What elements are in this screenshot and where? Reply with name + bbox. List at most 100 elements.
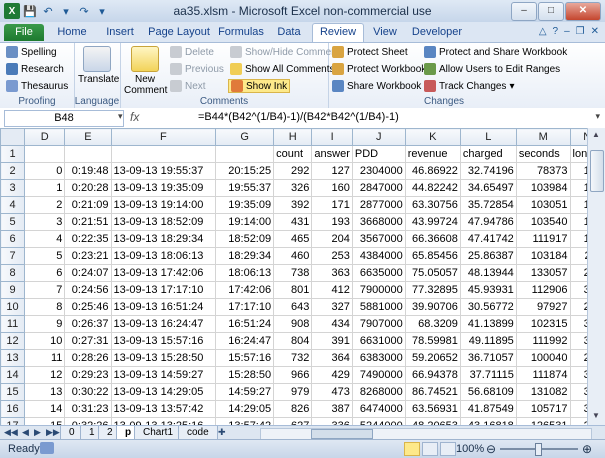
cell[interactable]: 801 [273, 281, 313, 299]
cell[interactable]: 4384000 [351, 247, 406, 265]
cell[interactable]: 253 [311, 247, 353, 265]
next-sheet-icon[interactable]: ▶ [34, 427, 41, 438]
cell[interactable]: 19:35:09 [215, 196, 275, 214]
cell[interactable]: 3567000 [351, 230, 406, 248]
cell[interactable]: 6 [24, 264, 66, 282]
zoom-out-icon[interactable]: ⊖ [486, 442, 496, 456]
cell[interactable]: 6635000 [351, 264, 406, 282]
cell[interactable]: 387 [311, 400, 353, 418]
column-header[interactable]: F [110, 128, 217, 146]
cell[interactable]: 126531 [515, 417, 571, 425]
cell[interactable]: 4 [24, 230, 66, 248]
cell[interactable]: 68.3209 [404, 315, 461, 333]
show-hide-comment-button[interactable]: Show/Hide Comment [230, 46, 339, 58]
tab-view[interactable]: View [368, 24, 402, 41]
cell[interactable]: revenue [404, 145, 461, 163]
cell[interactable]: 0:20:28 [64, 179, 112, 197]
page-layout-view-icon[interactable] [422, 442, 438, 456]
show-all-comments-button[interactable]: Show All Comments [230, 63, 334, 75]
cell[interactable]: 112906 [515, 281, 571, 299]
cell[interactable]: 336 [311, 417, 353, 425]
row-header[interactable]: 13 [0, 349, 26, 367]
cell[interactable]: 13-09-13 13:57:42 [110, 400, 217, 418]
normal-view-icon[interactable] [404, 442, 420, 456]
cell[interactable]: 204 [311, 230, 353, 248]
cell[interactable]: 65.85456 [404, 247, 461, 265]
zoom-slider-thumb[interactable] [535, 443, 542, 456]
cell[interactable]: 804 [273, 332, 313, 350]
cell[interactable]: 30.56772 [459, 298, 517, 316]
cell[interactable]: 460 [273, 247, 313, 265]
column-header[interactable]: L [459, 128, 517, 146]
allow-users-edit-ranges-button[interactable]: Allow Users to Edit Ranges [424, 63, 560, 75]
cell[interactable]: 979 [273, 383, 313, 401]
cell[interactable]: 9 [24, 315, 66, 333]
row-header[interactable]: 16 [0, 400, 26, 418]
cell[interactable]: 6474000 [351, 400, 406, 418]
row-header[interactable]: 12 [0, 332, 26, 350]
track-changes-button[interactable]: Track Changes ▾ [424, 80, 514, 92]
cell[interactable]: 59.20652 [404, 349, 461, 367]
cell[interactable]: 13-09-13 19:55:37 [110, 162, 217, 180]
row-header[interactable]: 1 [0, 145, 26, 163]
cell[interactable]: 13-09-13 14:29:05 [110, 383, 217, 401]
cell[interactable]: 86.74521 [404, 383, 461, 401]
cell[interactable]: 412 [311, 281, 353, 299]
cell[interactable]: 48.20653 [404, 417, 461, 425]
cell[interactable]: 63.56931 [404, 400, 461, 418]
cell[interactable]: 13-09-13 18:06:13 [110, 247, 217, 265]
help-icon[interactable]: ? [553, 26, 559, 37]
cell[interactable]: 392 [273, 196, 313, 214]
column-header[interactable]: I [311, 128, 353, 146]
cell[interactable]: 66.36608 [404, 230, 461, 248]
macro-record-icon[interactable] [40, 442, 54, 454]
cell[interactable]: 35.72854 [459, 196, 517, 214]
cell[interactable]: 97927 [515, 298, 571, 316]
cell[interactable]: 46.86922 [404, 162, 461, 180]
cell[interactable]: 292 [273, 162, 313, 180]
maximize-button[interactable]: □ [538, 2, 564, 21]
cell[interactable]: 103051 [515, 196, 571, 214]
cell[interactable]: 43.16818 [459, 417, 517, 425]
cell[interactable]: 37.71115 [459, 366, 517, 384]
cell[interactable]: 431 [273, 213, 313, 231]
row-header[interactable]: 2 [0, 162, 26, 180]
cell[interactable]: 13-09-13 17:42:06 [110, 264, 217, 282]
tab-formulas[interactable]: Formulas [216, 24, 266, 41]
cell[interactable]: 429 [311, 366, 353, 384]
cell[interactable]: 47.94786 [459, 213, 517, 231]
tab-home[interactable]: Home [52, 24, 92, 41]
cell[interactable]: 13-09-13 18:52:09 [110, 213, 217, 231]
cell[interactable]: 63.30756 [404, 196, 461, 214]
cell[interactable]: 2 [24, 196, 66, 214]
cell[interactable]: 0:21:51 [64, 213, 112, 231]
cell[interactable]: 13-09-13 13:25:16 [110, 417, 217, 425]
cell[interactable]: 18:29:34 [215, 247, 275, 265]
cell[interactable]: 39.90706 [404, 298, 461, 316]
protect-workbook-button[interactable]: Protect Workbook [332, 63, 426, 75]
cell[interactable]: 36.71057 [459, 349, 517, 367]
cell[interactable]: 326 [273, 179, 313, 197]
row-header[interactable]: 4 [0, 196, 26, 214]
column-header[interactable]: M [515, 128, 571, 146]
cell[interactable]: 193 [311, 213, 353, 231]
new-comment-button[interactable]: New Comment [124, 46, 167, 96]
cell[interactable]: PDD [351, 145, 406, 163]
cell[interactable]: 364 [311, 349, 353, 367]
cell[interactable]: 111992 [515, 332, 571, 350]
cell[interactable]: 8268000 [351, 383, 406, 401]
cell[interactable]: 5244000 [351, 417, 406, 425]
cell[interactable]: 32.74196 [459, 162, 517, 180]
cell[interactable]: 103184 [515, 247, 571, 265]
cell[interactable] [110, 145, 217, 163]
cell[interactable]: 391 [311, 332, 353, 350]
insert-sheet-icon[interactable]: ✚ [218, 427, 226, 438]
cell[interactable]: charged [459, 145, 517, 163]
vertical-scrollbar[interactable]: ▲ ▼ [587, 128, 605, 425]
cell[interactable]: 434 [311, 315, 353, 333]
cell[interactable]: 0:32:26 [64, 417, 112, 425]
cell[interactable]: 6383000 [351, 349, 406, 367]
cell[interactable]: 34.65497 [459, 179, 517, 197]
cell[interactable]: 16:51:24 [215, 315, 275, 333]
cell[interactable]: 0:29:23 [64, 366, 112, 384]
